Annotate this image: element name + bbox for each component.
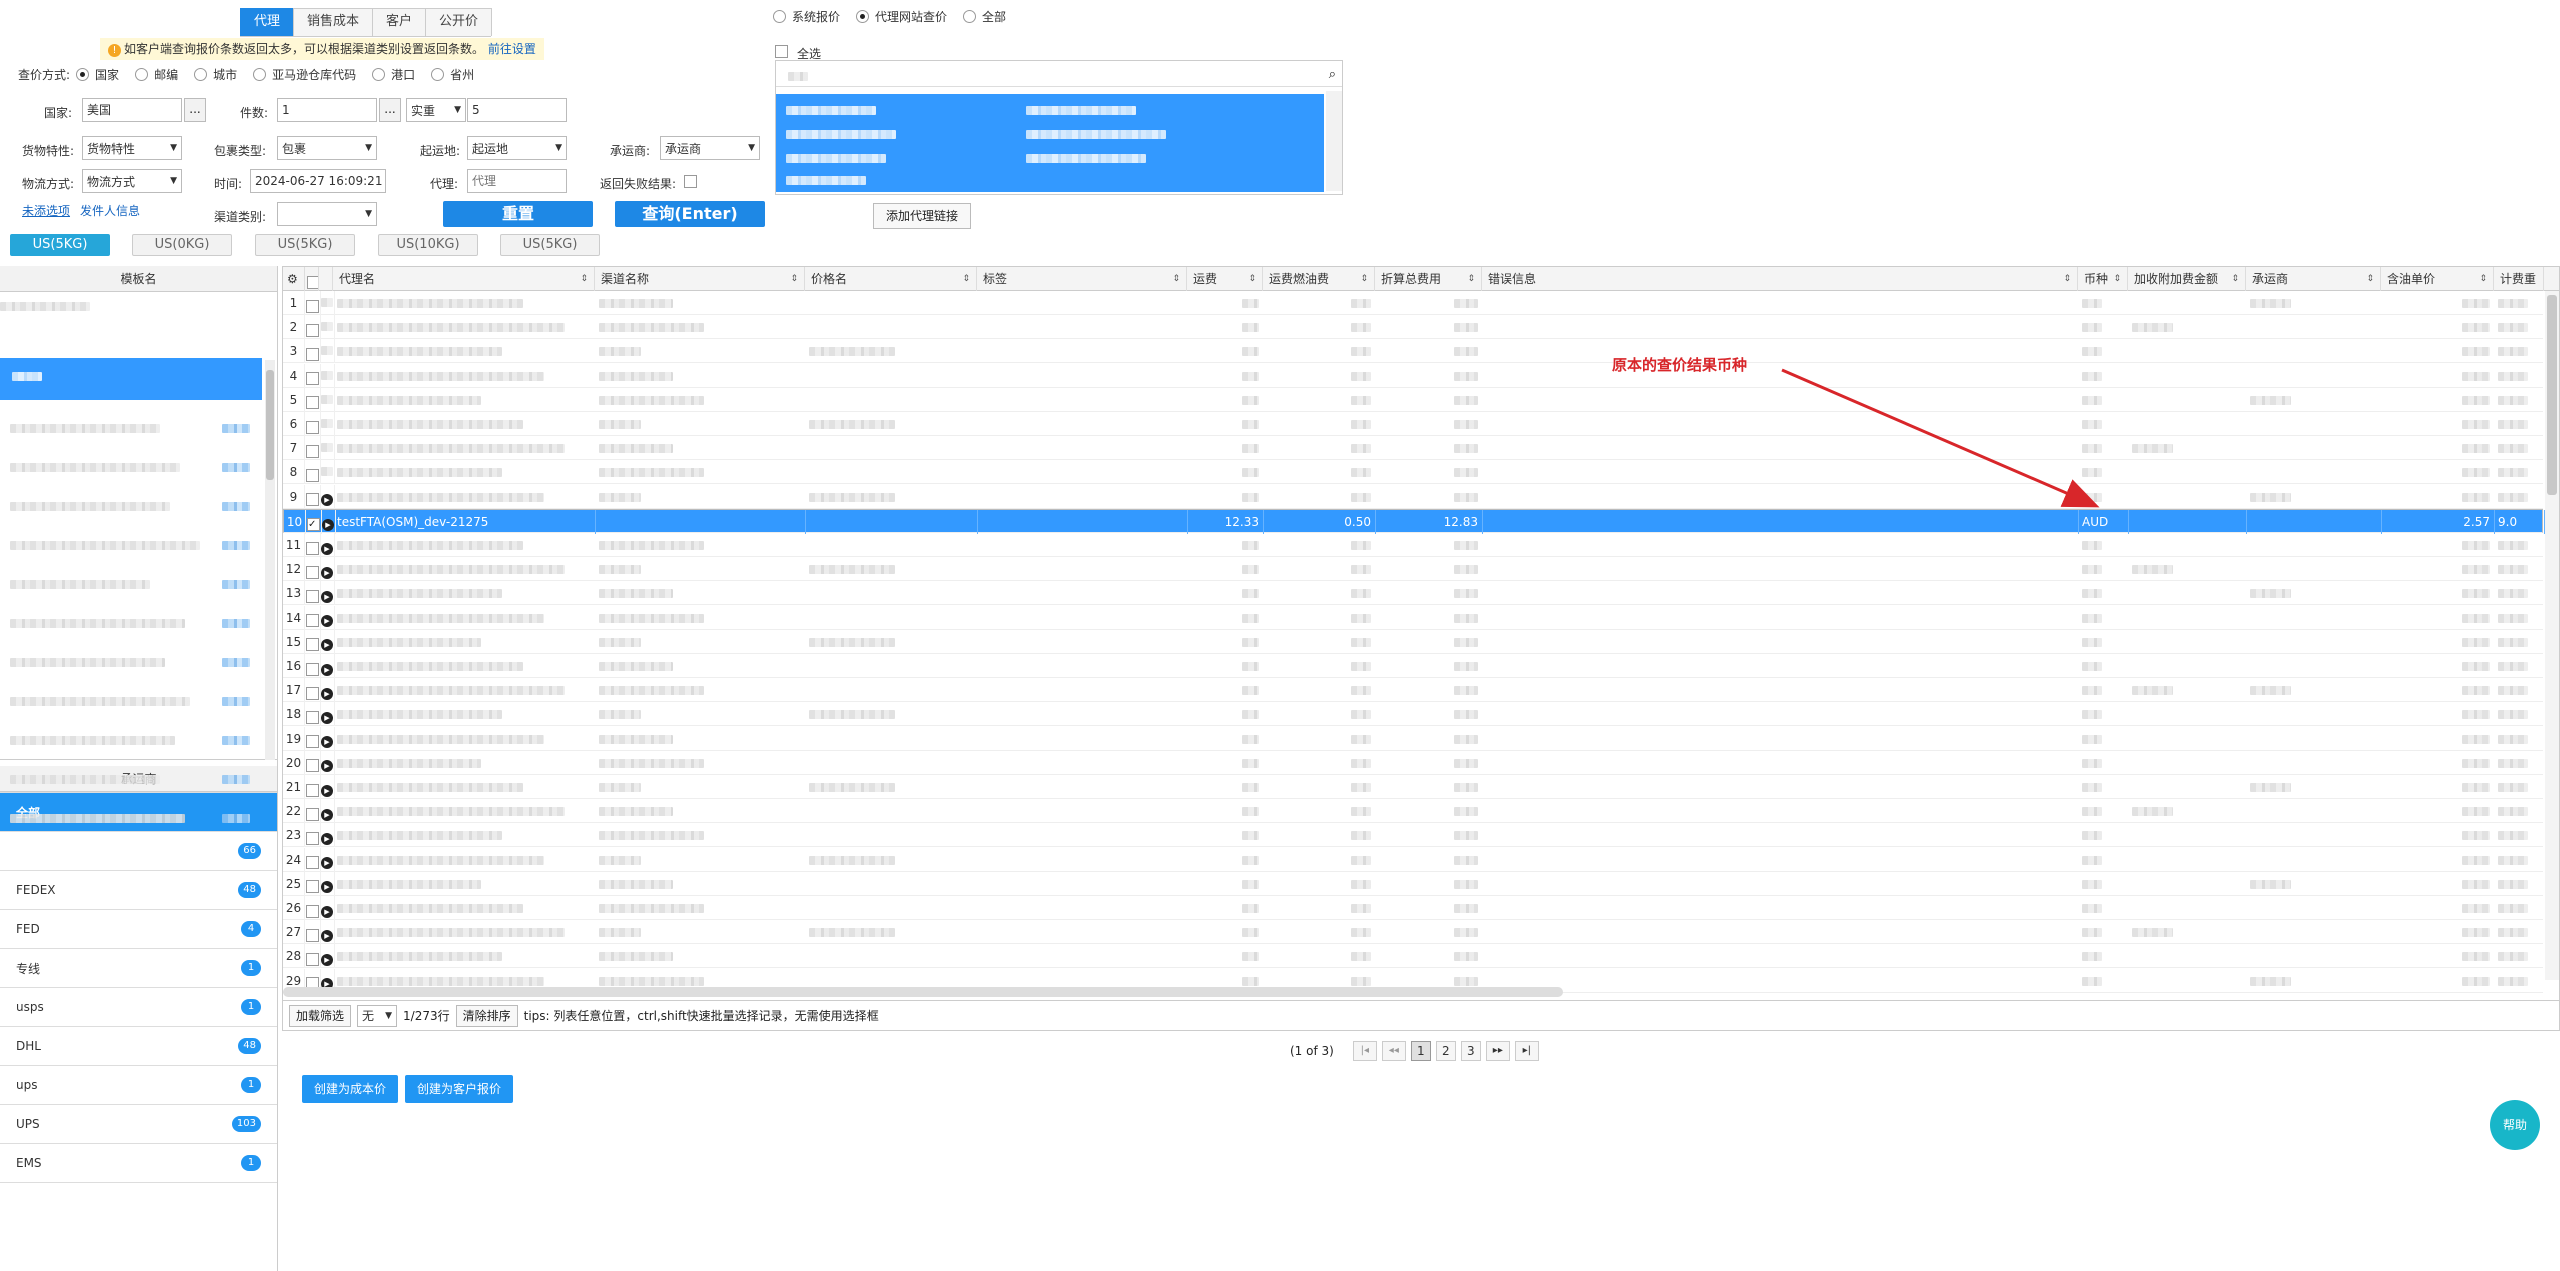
annotation-arrow [1781,368,2100,508]
